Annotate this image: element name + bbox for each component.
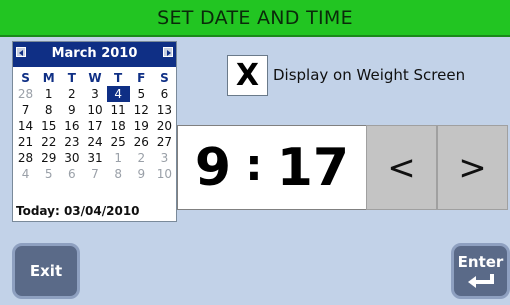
return-arrow-icon bbox=[467, 274, 494, 288]
calendar-day[interactable]: 29 bbox=[37, 150, 60, 166]
calendar-day[interactable]: 1 bbox=[107, 150, 130, 166]
page-title: SET DATE AND TIME bbox=[157, 6, 353, 29]
calendar-day[interactable]: 8 bbox=[37, 102, 60, 118]
calendar-weekday: M bbox=[42, 71, 55, 85]
calendar-day[interactable]: 14 bbox=[14, 118, 37, 134]
calendar-day[interactable]: 26 bbox=[130, 134, 153, 150]
right-arrow-button[interactable]: > bbox=[437, 125, 508, 210]
calendar-grid: S M T W T F S 28 1 2 3 4 5 6 7 8 9 10 11 12 13 14 15 16 17 18 19 20… bbox=[14, 70, 176, 182]
calendar-day[interactable]: 20 bbox=[153, 118, 176, 134]
calendar-weekday: S bbox=[160, 71, 169, 85]
calendar-day[interactable]: 17 bbox=[83, 118, 106, 134]
left-arrow-button[interactable]: < bbox=[366, 125, 437, 210]
calendar-day[interactable]: 22 bbox=[37, 134, 60, 150]
enter-button[interactable]: Enter bbox=[451, 243, 510, 299]
screen: SET DATE AND TIME March 2010 S M T W T F S 28 1 2… bbox=[0, 0, 510, 305]
calendar-day[interactable]: 2 bbox=[60, 86, 83, 102]
calendar-day[interactable]: 5 bbox=[37, 166, 60, 182]
calendar-day[interactable]: 16 bbox=[60, 118, 83, 134]
calendar-day[interactable]: 31 bbox=[83, 150, 106, 166]
calendar-day[interactable]: 3 bbox=[153, 150, 176, 166]
calendar-day[interactable]: 2 bbox=[130, 150, 153, 166]
calendar-day[interactable]: 6 bbox=[60, 166, 83, 182]
calendar-day[interactable]: 19 bbox=[130, 118, 153, 134]
calendar-day[interactable]: 5 bbox=[130, 86, 153, 102]
calendar-day[interactable]: 13 bbox=[153, 102, 176, 118]
calendar-day-selected[interactable]: 4 bbox=[106, 86, 130, 102]
time-hour[interactable]: 9 bbox=[195, 138, 231, 198]
calendar-day[interactable]: 28 bbox=[14, 86, 37, 102]
exit-label: Exit bbox=[29, 262, 63, 280]
calendar-day[interactable]: 30 bbox=[60, 150, 83, 166]
calendar-day[interactable]: 10 bbox=[153, 166, 176, 182]
calendar-day[interactable]: 10 bbox=[83, 102, 106, 118]
calendar-day[interactable]: 15 bbox=[37, 118, 60, 134]
calendar-month-label: March 2010 bbox=[51, 46, 138, 61]
calendar-day[interactable]: 1 bbox=[37, 86, 60, 102]
calendar-day[interactable]: 28 bbox=[14, 150, 37, 166]
calendar-day[interactable]: 27 bbox=[153, 134, 176, 150]
calendar-day[interactable]: 21 bbox=[14, 134, 37, 150]
time-separator: : bbox=[245, 140, 263, 191]
calendar-header: March 2010 bbox=[13, 42, 176, 67]
calendar-day[interactable]: 18 bbox=[107, 118, 130, 134]
left-arrow-label: < bbox=[387, 147, 416, 188]
exit-button[interactable]: Exit bbox=[12, 243, 80, 299]
calendar-day[interactable]: 7 bbox=[83, 166, 106, 182]
calendar-weekday: T bbox=[67, 71, 76, 85]
calendar-day[interactable]: 9 bbox=[130, 166, 153, 182]
right-arrow-label: > bbox=[458, 147, 487, 188]
display-on-weight-checkbox[interactable]: X bbox=[227, 55, 268, 96]
display-on-weight-label: Display on Weight Screen bbox=[273, 66, 466, 84]
calendar-day[interactable]: 8 bbox=[107, 166, 130, 182]
time-minute[interactable]: 17 bbox=[277, 138, 349, 198]
calendar-day[interactable]: 25 bbox=[107, 134, 130, 150]
next-month-icon[interactable] bbox=[163, 47, 173, 57]
calendar-day[interactable]: 6 bbox=[153, 86, 176, 102]
calendar-day[interactable]: 24 bbox=[83, 134, 106, 150]
calendar-weekday: S bbox=[21, 71, 30, 85]
calendar: March 2010 S M T W T F S 28 1 2 3 4 5 6 7 8 9 10 11 12 13 14 1… bbox=[12, 41, 177, 222]
title-bar: SET DATE AND TIME bbox=[0, 0, 510, 37]
calendar-weekday: W bbox=[88, 71, 102, 85]
calendar-today-label[interactable]: Today: 03/04/2010 bbox=[16, 204, 140, 218]
calendar-day[interactable]: 4 bbox=[14, 166, 37, 182]
calendar-day[interactable]: 23 bbox=[60, 134, 83, 150]
calendar-day[interactable]: 11 bbox=[107, 102, 130, 118]
calendar-weekday: T bbox=[114, 71, 123, 85]
calendar-day[interactable]: 12 bbox=[130, 102, 153, 118]
calendar-weekday: F bbox=[137, 71, 146, 85]
calendar-day[interactable]: 7 bbox=[14, 102, 37, 118]
calendar-day[interactable]: 9 bbox=[60, 102, 83, 118]
time-display: 9 : 17 bbox=[177, 125, 367, 210]
enter-label: Enter bbox=[457, 253, 504, 271]
calendar-day[interactable]: 3 bbox=[83, 86, 106, 102]
